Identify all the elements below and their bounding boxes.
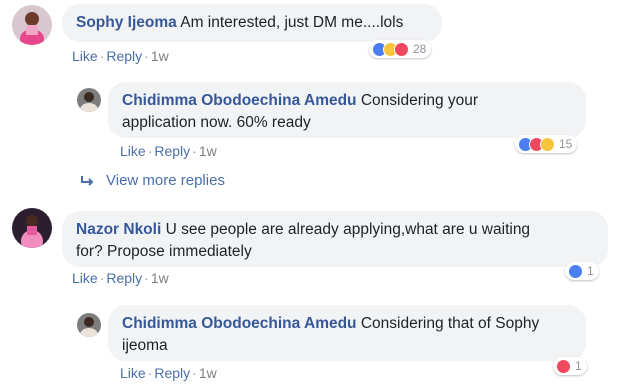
comment-text-line: Nazor Nkoli U see people are already app… xyxy=(76,219,594,241)
comment-bubble: Sophy Ijeoma Am interested, just DM me..… xyxy=(62,4,442,42)
comment-actions: Like · Reply · 1w xyxy=(72,270,169,286)
avatar[interactable] xyxy=(12,5,52,45)
comment-text: Considering your xyxy=(360,92,479,109)
comment-actions: Like · Reply · 1w xyxy=(120,365,217,381)
author-name[interactable]: Chidimma Obodoechina Amedu xyxy=(122,315,357,332)
reaction-count: 1 xyxy=(587,264,594,278)
avatar[interactable] xyxy=(12,208,52,248)
wow-icon xyxy=(540,136,555,152)
like-link[interactable]: Like xyxy=(120,365,146,381)
comment-actions: Like · Reply · 1w xyxy=(120,143,217,159)
reply-arrow-icon xyxy=(81,175,94,186)
reply-link[interactable]: Reply xyxy=(106,48,142,64)
reactions-summary[interactable]: 1 xyxy=(565,262,599,280)
love-icon xyxy=(556,358,571,374)
comment-text: ijeoma xyxy=(122,337,168,354)
reply-link[interactable]: Reply xyxy=(154,365,190,381)
comment-text-line: Chidimma Obodoechina Amedu Considering y… xyxy=(122,90,572,112)
avatar[interactable] xyxy=(77,313,101,337)
like-link[interactable]: Like xyxy=(72,270,98,286)
avatar[interactable] xyxy=(77,88,101,112)
comment-text: for? Propose immediately xyxy=(76,243,252,260)
comment-actions: Like · Reply · 1w xyxy=(72,48,169,64)
reactions-summary[interactable]: 15 xyxy=(515,135,578,153)
view-more-replies[interactable]: View more replies xyxy=(80,172,225,189)
comment-bubble: Chidimma Obodoechina Amedu Considering y… xyxy=(108,82,586,138)
reply-link[interactable]: Reply xyxy=(106,270,142,286)
like-link[interactable]: Like xyxy=(72,48,98,64)
comment-text: application now. 60% ready xyxy=(122,114,311,131)
timestamp[interactable]: 1w xyxy=(199,143,217,159)
author-name[interactable]: Nazor Nkoli xyxy=(76,221,161,238)
reactions-summary[interactable]: 1 xyxy=(553,357,587,375)
view-more-label: View more replies xyxy=(106,172,225,189)
comment-text-line: Chidimma Obodoechina Amedu Considering t… xyxy=(122,313,572,335)
reply-link[interactable]: Reply xyxy=(154,143,190,159)
timestamp[interactable]: 1w xyxy=(151,270,169,286)
like-link[interactable]: Like xyxy=(120,143,146,159)
author-name[interactable]: Sophy Ijeoma xyxy=(76,14,177,31)
reaction-count: 15 xyxy=(559,137,573,151)
comment-text: Considering that of Sophy xyxy=(360,315,540,332)
comment-bubble: Nazor Nkoli U see people are already app… xyxy=(62,211,608,267)
timestamp[interactable]: 1w xyxy=(199,365,217,381)
like-icon xyxy=(568,263,583,279)
reaction-count: 1 xyxy=(575,359,582,373)
reaction-count: 28 xyxy=(413,42,427,56)
comment-text: U see people are already applying,what a… xyxy=(165,221,531,238)
love-icon xyxy=(394,41,409,57)
reactions-summary[interactable]: 28 xyxy=(369,40,432,58)
timestamp[interactable]: 1w xyxy=(151,48,169,64)
comment-bubble: Chidimma Obodoechina Amedu Considering t… xyxy=(108,305,586,361)
comment-text: Am interested, just DM me....lols xyxy=(180,14,404,31)
author-name[interactable]: Chidimma Obodoechina Amedu xyxy=(122,92,357,109)
